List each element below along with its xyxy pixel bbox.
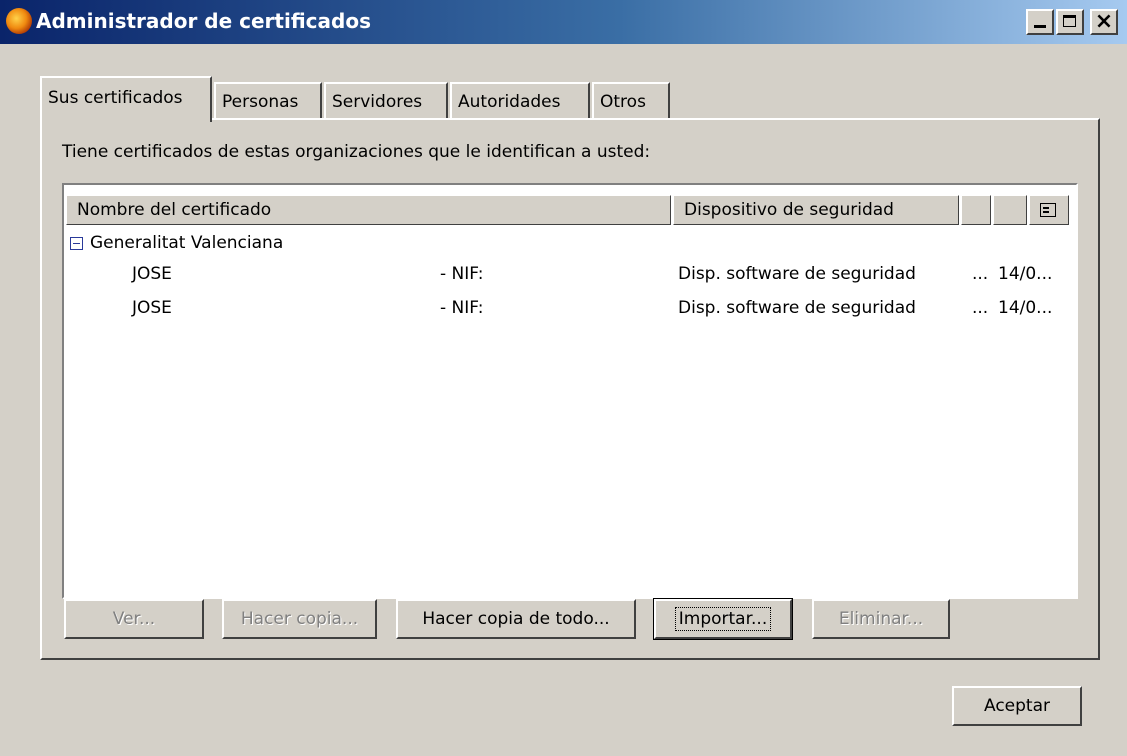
title-bar: Administrador de certificados × <box>0 0 1127 44</box>
cert-nif: - NIF: <box>440 298 484 318</box>
cert-device: Disp. software de seguridad <box>678 298 916 318</box>
column-header-3[interactable] <box>961 195 991 225</box>
column-picker-icon <box>1040 203 1056 217</box>
collapse-icon[interactable] <box>70 237 83 250</box>
cert-device: Disp. software de seguridad <box>678 264 916 284</box>
cert-col3: ... <box>972 264 989 284</box>
cert-name: JOSE <box>132 264 172 284</box>
cert-col4: 14/0... <box>998 264 1053 284</box>
import-button[interactable]: Importar... <box>653 598 793 640</box>
import-button-label: Importar... <box>674 607 772 631</box>
tab-servidores[interactable]: Servidores <box>324 82 448 120</box>
tree-group-row[interactable]: Generalitat Valenciana <box>64 226 1076 260</box>
column-header-name[interactable]: Nombre del certificado <box>66 195 671 225</box>
close-icon: × <box>1094 9 1114 34</box>
tab-sus-certificados[interactable]: Sus certificados <box>40 76 212 122</box>
view-button[interactable]: Ver... <box>64 599 204 639</box>
table-row[interactable]: JOSE - NIF: Disp. software de seguridad … <box>64 291 1076 325</box>
column-header-device[interactable]: Dispositivo de seguridad <box>673 195 959 225</box>
cert-col4: 14/0... <box>998 298 1053 318</box>
certificate-tree[interactable]: Nombre del certificado Dispositivo de se… <box>62 183 1078 599</box>
ok-button[interactable]: Aceptar <box>952 686 1082 726</box>
column-picker-button[interactable] <box>1029 195 1069 225</box>
intro-text: Tiene certificados de estas organizacion… <box>62 142 651 162</box>
delete-button[interactable]: Eliminar... <box>812 599 950 639</box>
group-label: Generalitat Valenciana <box>90 233 284 253</box>
cert-name: JOSE <box>132 298 172 318</box>
tab-otros[interactable]: Otros <box>592 82 670 120</box>
close-button[interactable]: × <box>1090 9 1118 35</box>
minimize-button[interactable] <box>1026 9 1054 35</box>
tab-autoridades[interactable]: Autoridades <box>450 82 590 120</box>
cert-col3: ... <box>972 298 989 318</box>
firefox-icon <box>6 8 32 34</box>
backup-button[interactable]: Hacer copia... <box>222 599 377 639</box>
table-row[interactable]: JOSE - NIF: Disp. software de seguridad … <box>64 257 1076 291</box>
tab-personas[interactable]: Personas <box>214 82 322 120</box>
backup-all-button[interactable]: Hacer copia de todo... <box>396 599 636 639</box>
window-title: Administrador de certificados <box>36 9 371 33</box>
maximize-button[interactable] <box>1056 9 1084 35</box>
column-header-4[interactable] <box>993 195 1027 225</box>
cert-nif: - NIF: <box>440 264 484 284</box>
